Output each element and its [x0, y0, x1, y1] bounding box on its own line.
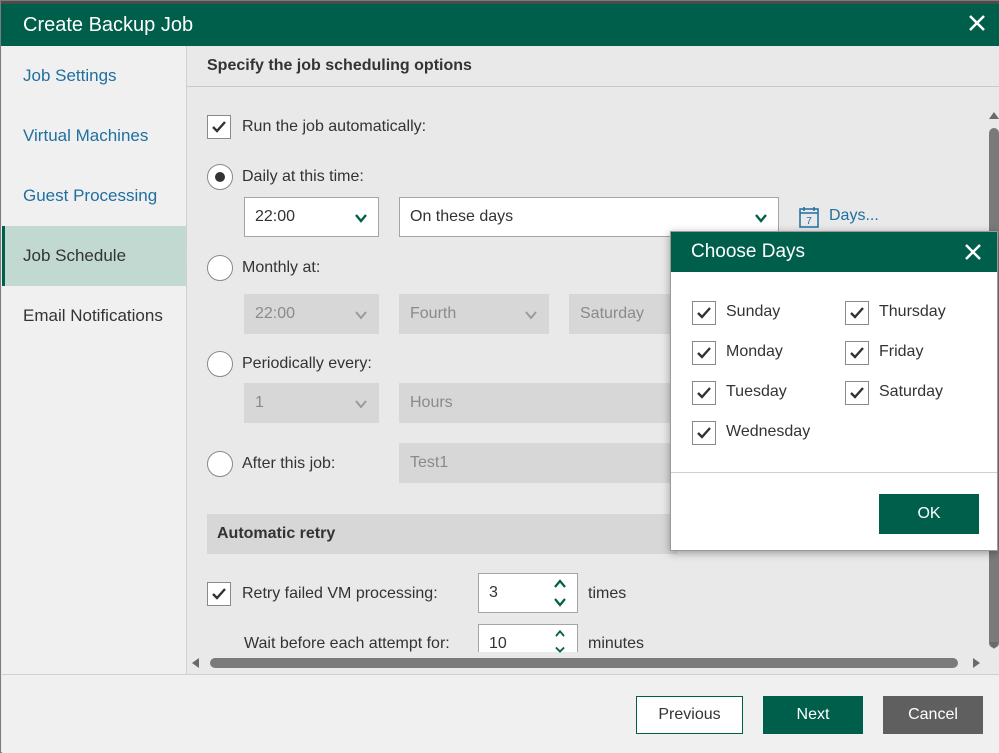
retry-failed-checkbox[interactable]: [207, 582, 231, 606]
after-job-radio[interactable]: [207, 451, 233, 477]
day-checkbox-sunday[interactable]: [692, 301, 716, 325]
periodically-unit-select[interactable]: Hours: [399, 383, 679, 423]
checkmark-icon: [850, 347, 864, 359]
checkmark-icon: [697, 427, 711, 439]
daily-radio[interactable]: [207, 164, 233, 190]
day-checkbox-monday[interactable]: [692, 341, 716, 365]
day-label-sunday: Sunday: [726, 303, 781, 320]
wait-unit-label: minutes: [588, 635, 645, 652]
wait-label: Wait before each attempt for:: [244, 635, 450, 652]
days-link-label: Days...: [829, 207, 879, 224]
dialog-title: Choose Days: [671, 232, 997, 272]
chevron-down-icon: [755, 214, 767, 223]
checkmark-icon: [212, 588, 226, 600]
wizard-footer: Previous Next Cancel: [2, 674, 999, 753]
day-label-tuesday: Tuesday: [726, 383, 787, 400]
periodically-value: 1: [255, 394, 264, 411]
day-label-monday: Monday: [726, 343, 783, 360]
day-label-saturday: Saturday: [879, 383, 944, 400]
day-checkbox-saturday[interactable]: [845, 381, 869, 405]
monthly-time-select[interactable]: 22:00: [244, 294, 379, 334]
periodically-value-select[interactable]: 1: [244, 383, 379, 423]
wizard-steps-sidebar: Job Settings Virtual Machines Guest Proc…: [2, 46, 195, 674]
page-title: Specify the job scheduling options: [187, 46, 999, 87]
run-automatically-checkbox[interactable]: [207, 115, 231, 139]
svg-text:7: 7: [806, 216, 812, 227]
ok-button[interactable]: OK: [879, 494, 979, 534]
checkmark-icon: [697, 307, 711, 319]
monthly-week-select[interactable]: Fourth: [399, 294, 549, 334]
daily-time-value: 22:00: [255, 208, 296, 225]
monthly-day-select[interactable]: Saturday: [569, 294, 679, 334]
next-button[interactable]: Next: [763, 696, 863, 734]
chevron-down-icon: [525, 311, 537, 320]
day-label-wednesday: Wednesday: [726, 423, 811, 440]
after-job-select[interactable]: Test1: [399, 443, 679, 483]
monthly-time-value: 22:00: [255, 305, 296, 322]
radio-dot: [215, 172, 225, 182]
chevron-down-icon: [355, 400, 367, 409]
previous-button[interactable]: Previous: [636, 696, 743, 734]
sidebar-item-email-notifications[interactable]: Email Notifications: [2, 286, 186, 346]
day-checkbox-wednesday[interactable]: [692, 421, 716, 445]
close-icon[interactable]: [966, 12, 988, 34]
sidebar-item-job-schedule[interactable]: Job Schedule: [2, 226, 195, 286]
title-bar: Create Backup Job: [1, 1, 999, 46]
day-checkbox-friday[interactable]: [845, 341, 869, 365]
wait-minutes-value: 10: [489, 635, 507, 652]
retry-unit-label: times: [588, 585, 627, 602]
stepper-arrows-icon[interactable]: [553, 577, 567, 609]
day-label-thursday: Thursday: [879, 303, 946, 320]
stepper-arrows-icon[interactable]: [553, 628, 567, 654]
retry-failed-label: Retry failed VM processing:: [242, 585, 438, 602]
retry-count-stepper[interactable]: 3: [478, 573, 578, 613]
day-checkbox-tuesday[interactable]: [692, 381, 716, 405]
checkmark-icon: [212, 121, 226, 133]
calendar-icon: 7: [799, 207, 819, 228]
monthly-day-value: Saturday: [580, 305, 645, 322]
checkmark-icon: [850, 387, 864, 399]
after-job-label: After this job:: [242, 455, 336, 472]
periodically-radio[interactable]: [207, 351, 233, 377]
day-checkbox-thursday[interactable]: [845, 301, 869, 325]
create-backup-job-window: Create Backup Job Job Settings Virtual M…: [0, 0, 999, 753]
monthly-week-value: Fourth: [410, 305, 457, 322]
periodically-unit-value: Hours: [410, 394, 453, 411]
window-title: Create Backup Job: [23, 14, 194, 36]
dialog-divider: [671, 472, 997, 473]
automatic-retry-section-header: Automatic retry: [207, 514, 677, 554]
close-icon[interactable]: [963, 242, 983, 262]
checkmark-icon: [697, 347, 711, 359]
checkmark-icon: [850, 307, 864, 319]
chevron-down-icon: [355, 214, 367, 223]
choose-days-dialog: Choose Days Sunday Monday Tuesday Wednes…: [670, 231, 998, 551]
sidebar-item-guest-processing[interactable]: Guest Processing: [2, 166, 186, 226]
chevron-down-icon: [355, 311, 367, 320]
daily-label: Daily at this time:: [242, 168, 364, 185]
day-label-friday: Friday: [879, 343, 924, 360]
sidebar-item-job-settings[interactable]: Job Settings: [2, 46, 186, 106]
monthly-radio[interactable]: [207, 255, 233, 281]
sidebar-item-virtual-machines[interactable]: Virtual Machines: [2, 106, 186, 166]
retry-count-value: 3: [489, 584, 498, 601]
daily-time-select[interactable]: 22:00: [244, 197, 379, 237]
monthly-label: Monthly at:: [242, 259, 321, 276]
horizontal-scrollbar[interactable]: [188, 656, 984, 670]
cancel-button[interactable]: Cancel: [883, 696, 983, 734]
periodically-label: Periodically every:: [242, 355, 372, 372]
wait-minutes-stepper[interactable]: 10: [478, 624, 578, 654]
daily-days-value: On these days: [410, 208, 514, 225]
checkmark-icon: [697, 387, 711, 399]
run-automatically-label: Run the job automatically:: [242, 118, 427, 135]
